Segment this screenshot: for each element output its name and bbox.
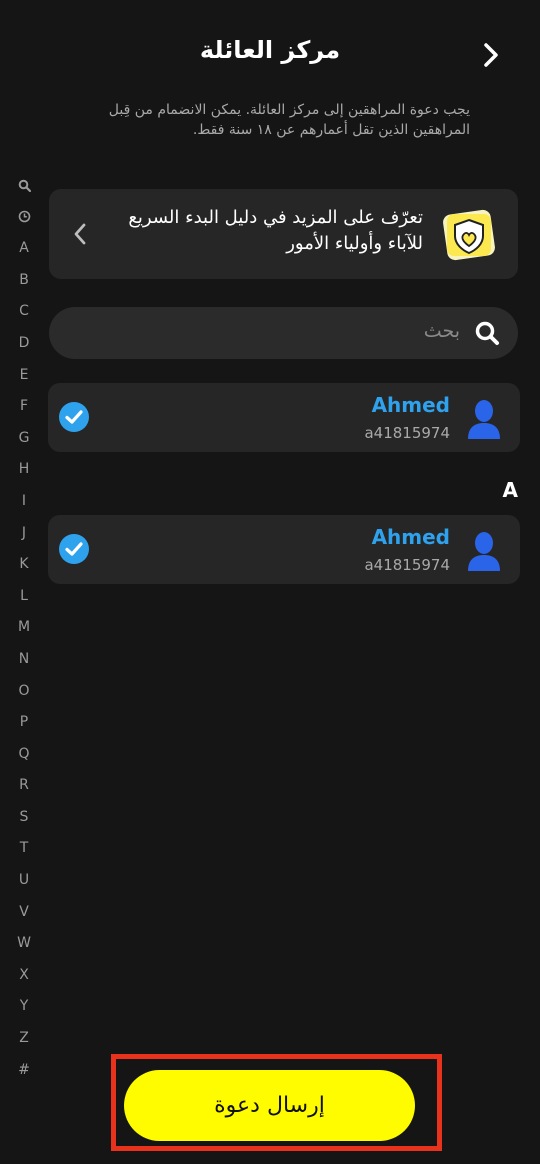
- index-letter[interactable]: U: [10, 865, 38, 897]
- index-letter[interactable]: K: [10, 549, 38, 581]
- index-letter[interactable]: G: [10, 423, 38, 455]
- index-letter[interactable]: W: [10, 928, 38, 960]
- search-icon: [475, 321, 499, 345]
- alphabet-index[interactable]: A B C D E F G H I J K L M N O P Q R S T …: [10, 170, 38, 1086]
- checkmark-circle-icon[interactable]: [59, 534, 89, 564]
- index-letter[interactable]: C: [10, 296, 38, 328]
- index-letter[interactable]: V: [10, 897, 38, 929]
- avatar-icon: [468, 400, 500, 439]
- notice-text: يجب دعوة المراهقين إلى مركز العائلة. يمك…: [108, 102, 470, 138]
- index-letter[interactable]: D: [10, 328, 38, 360]
- back-button[interactable]: [480, 42, 502, 68]
- send-invite-button[interactable]: إرسال دعوة: [124, 1070, 415, 1141]
- chevron-right-icon: [484, 43, 498, 67]
- checkmark-circle-icon[interactable]: [59, 402, 89, 432]
- index-letter[interactable]: E: [10, 360, 38, 392]
- index-letter[interactable]: L: [10, 581, 38, 613]
- index-letter[interactable]: Q: [10, 739, 38, 771]
- contact-row[interactable]: Ahmed a41815974: [48, 515, 520, 584]
- index-letter[interactable]: #: [10, 1055, 38, 1087]
- page-title: مركز العائلة: [199, 36, 341, 64]
- index-letter[interactable]: S: [10, 802, 38, 834]
- search-field[interactable]: بحث: [49, 307, 518, 359]
- contact-username: a41815974: [364, 556, 450, 574]
- index-recent-icon[interactable]: [10, 202, 38, 234]
- search-placeholder: بحث: [423, 320, 460, 342]
- index-letter[interactable]: P: [10, 707, 38, 739]
- index-letter[interactable]: M: [10, 612, 38, 644]
- avatar-icon: [468, 532, 500, 571]
- index-letter[interactable]: T: [10, 833, 38, 865]
- index-letter[interactable]: N: [10, 644, 38, 676]
- guide-card-text: تعرّف على المزيد في دليل البدء السريع لل…: [128, 207, 423, 254]
- index-search-icon[interactable]: [10, 170, 38, 202]
- index-letter[interactable]: B: [10, 265, 38, 297]
- index-letter[interactable]: A: [10, 233, 38, 265]
- chevron-left-icon: [71, 222, 89, 246]
- index-letter[interactable]: X: [10, 960, 38, 992]
- contact-name: Ahmed: [371, 525, 450, 549]
- section-header-letter: A: [502, 478, 518, 502]
- index-letter[interactable]: F: [10, 391, 38, 423]
- quick-start-guide-card[interactable]: تعرّف على المزيد في دليل البدء السريع لل…: [49, 189, 518, 279]
- index-letter[interactable]: H: [10, 454, 38, 486]
- index-letter[interactable]: O: [10, 676, 38, 708]
- family-shield-icon: [440, 206, 498, 264]
- index-letter[interactable]: Z: [10, 1023, 38, 1055]
- contact-name: Ahmed: [371, 393, 450, 417]
- header: مركز العائلة: [0, 30, 540, 76]
- contact-username: a41815974: [364, 424, 450, 442]
- contact-row[interactable]: Ahmed a41815974: [48, 383, 520, 452]
- status-bar: [0, 0, 540, 10]
- index-letter[interactable]: Y: [10, 991, 38, 1023]
- index-letter[interactable]: R: [10, 770, 38, 802]
- index-letter[interactable]: I: [10, 486, 38, 518]
- index-letter[interactable]: J: [10, 518, 38, 550]
